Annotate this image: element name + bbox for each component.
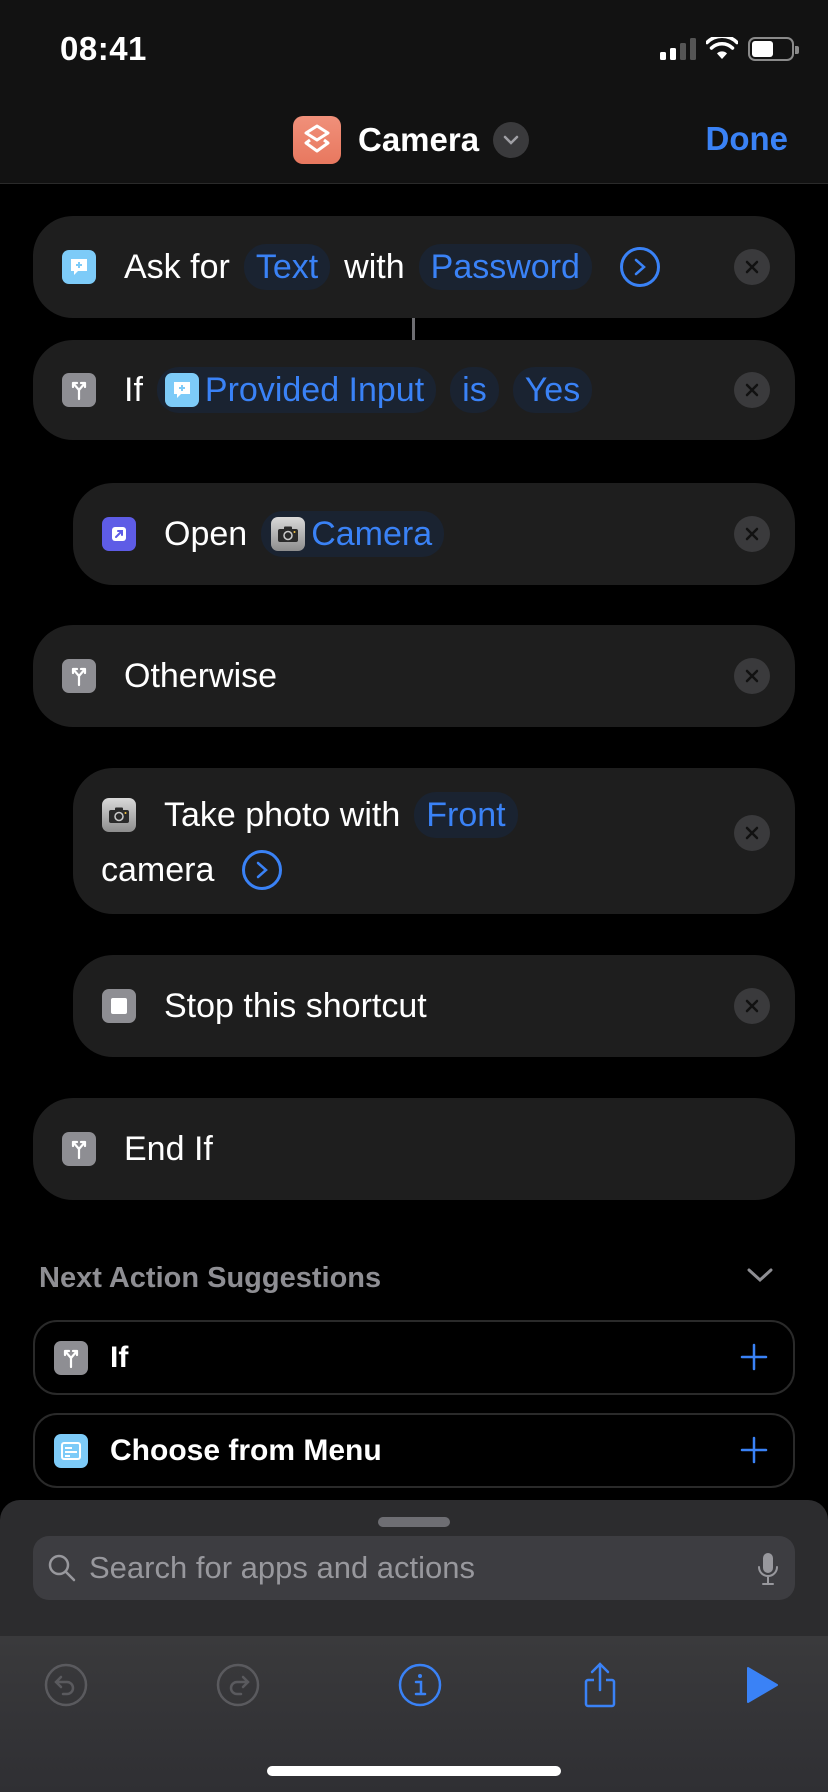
action-label: camera	[101, 850, 215, 889]
bottom-toolbar	[0, 1636, 828, 1792]
microphone-icon[interactable]	[757, 1552, 779, 1586]
sheet-grabber[interactable]	[378, 1517, 450, 1527]
battery-icon	[748, 37, 799, 61]
search-input[interactable]: Search for apps and actions	[33, 1536, 795, 1600]
if-branch-icon	[62, 659, 96, 693]
shortcuts-layers-icon	[293, 116, 341, 164]
action-label: Ask for	[124, 247, 230, 286]
undo-button[interactable]	[41, 1660, 91, 1710]
flow-connector	[412, 318, 415, 340]
search-icon	[48, 1554, 76, 1582]
search-placeholder: Search for apps and actions	[89, 1550, 476, 1585]
remove-action-button[interactable]	[734, 516, 770, 552]
collapse-chevron-icon[interactable]	[746, 1266, 774, 1289]
action-end-if[interactable]: End If	[33, 1098, 795, 1200]
action-label: Stop this shortcut	[164, 986, 427, 1025]
input-type-token[interactable]: Text	[243, 244, 331, 290]
undo-icon	[44, 1663, 88, 1707]
add-icon[interactable]	[739, 1342, 769, 1372]
suggestions-title: Next Action Suggestions	[39, 1262, 382, 1294]
action-open-app[interactable]: Open Camera	[73, 483, 795, 585]
action-label: Otherwise	[124, 656, 278, 695]
share-button[interactable]	[575, 1660, 625, 1710]
variable-token[interactable]: Provided Input	[156, 367, 437, 413]
camera-side-token[interactable]: Front	[414, 792, 518, 838]
action-stop-shortcut[interactable]: Stop this shortcut	[73, 955, 795, 1057]
camera-app-icon	[271, 517, 306, 551]
info-button[interactable]	[395, 1660, 445, 1710]
open-app-icon	[102, 517, 136, 551]
value-token[interactable]: Yes	[512, 367, 593, 413]
wifi-icon	[706, 37, 738, 59]
token-label: Camera	[311, 514, 433, 553]
suggestion-item[interactable]: If	[33, 1320, 795, 1395]
redo-button[interactable]	[213, 1660, 263, 1710]
condition-token[interactable]: is	[450, 367, 499, 413]
action-label: Take photo with	[164, 795, 401, 834]
prompt-token[interactable]: Password	[418, 244, 592, 290]
redo-icon	[216, 1663, 260, 1707]
if-branch-icon	[62, 1132, 96, 1166]
action-if[interactable]: If Provided Input is Yes	[33, 340, 795, 440]
if-branch-icon	[62, 373, 96, 407]
page-title: Camera	[358, 121, 480, 158]
if-branch-icon	[54, 1340, 88, 1375]
status-icons	[660, 36, 799, 62]
run-button[interactable]	[737, 1660, 787, 1710]
nav-bar: Camera Done	[0, 100, 828, 184]
chevron-down-icon[interactable]	[493, 122, 530, 158]
status-bar: 08:41	[0, 0, 828, 100]
remove-action-button[interactable]	[734, 372, 770, 408]
suggestion-label: If	[110, 1340, 129, 1374]
stop-icon	[102, 989, 136, 1023]
expand-chevron-icon[interactable]	[242, 850, 283, 890]
action-take-photo[interactable]: Take photo with Front camera	[73, 768, 795, 914]
expand-chevron-icon[interactable]	[619, 247, 660, 287]
play-icon	[747, 1667, 778, 1703]
action-label: If	[124, 370, 143, 409]
status-time: 08:41	[60, 30, 147, 67]
ask-input-icon	[164, 373, 199, 407]
token-label: Provided Input	[204, 370, 425, 409]
app-token[interactable]: Camera	[261, 511, 445, 557]
action-otherwise[interactable]: Otherwise	[33, 625, 795, 727]
action-label: End If	[124, 1129, 213, 1168]
remove-action-button[interactable]	[734, 988, 770, 1024]
suggestion-label: Choose from Menu	[110, 1433, 382, 1467]
done-button[interactable]: Done	[706, 120, 789, 158]
action-label: Open	[164, 514, 248, 553]
signal-icon	[660, 38, 696, 60]
suggestion-item[interactable]: Choose from Menu	[33, 1413, 795, 1488]
actions-sheet: Search for apps and actions	[0, 1500, 828, 1636]
shortcut-title-menu[interactable]: Camera	[293, 116, 530, 164]
ask-input-icon	[62, 250, 96, 284]
menu-icon	[54, 1433, 88, 1468]
add-icon[interactable]	[739, 1435, 769, 1465]
action-ask-for-input[interactable]: Ask for Text with Password	[33, 216, 795, 318]
camera-app-icon	[102, 798, 136, 832]
remove-action-button[interactable]	[734, 658, 770, 694]
action-label: with	[344, 247, 405, 286]
remove-action-button[interactable]	[734, 815, 770, 851]
info-icon	[398, 1663, 442, 1707]
home-indicator	[267, 1766, 561, 1776]
share-icon	[584, 1662, 616, 1708]
remove-action-button[interactable]	[734, 249, 770, 285]
